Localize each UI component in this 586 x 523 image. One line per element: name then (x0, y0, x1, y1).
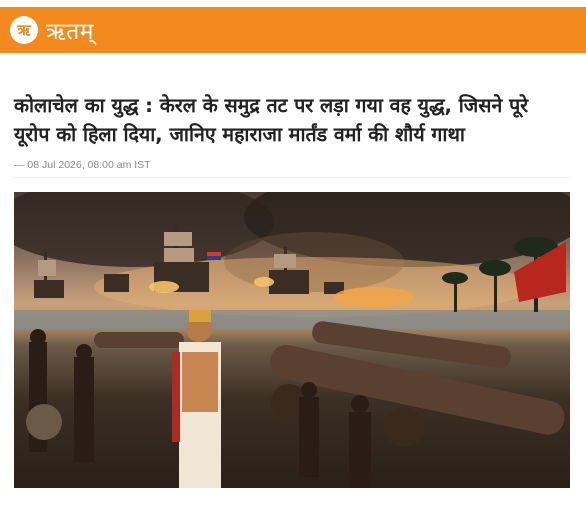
article-meta: — 08 Jul 2026, 08:00 am IST (14, 159, 569, 178)
site-name[interactable]: ऋतम् (46, 14, 94, 46)
site-header: ऋ ऋतम् (0, 7, 586, 53)
site-logo-icon[interactable]: ऋ (10, 16, 38, 44)
top-strip (0, 0, 586, 7)
hero-image (14, 192, 570, 488)
article: कोलाचेल का युद्ध : केरल के समुद्र तट पर … (0, 91, 586, 488)
article-headline: कोलाचेल का युद्ध : केरल के समुद्र तट पर … (14, 94, 529, 146)
